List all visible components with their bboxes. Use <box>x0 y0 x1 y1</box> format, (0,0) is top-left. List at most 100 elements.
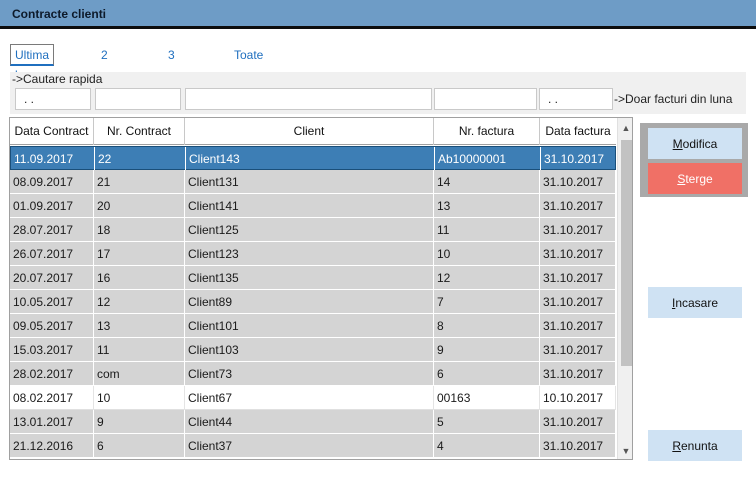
cell-data-contract: 15.03.2017 <box>10 338 94 362</box>
search-data-contract-field[interactable] <box>15 88 91 110</box>
cell-data-factura: 31.10.2017 <box>540 362 616 386</box>
cell-data-factura: 31.10.2017 <box>540 434 616 458</box>
renunta-button[interactable]: Renunta <box>648 430 742 461</box>
column-header-nr-contract[interactable]: Nr. Contract <box>94 118 185 145</box>
table-row[interactable]: 20.07.2017 16 Client135 12 31.10.2017 <box>10 266 616 290</box>
table-row[interactable]: 26.07.2017 17 Client123 10 31.10.2017 <box>10 242 616 266</box>
cell-nr-factura: 12 <box>434 266 540 290</box>
cell-data-factura: 31.10.2017 <box>540 218 616 242</box>
cell-data-contract: 09.05.2017 <box>10 314 94 338</box>
vertical-scrollbar[interactable]: ▲ ▼ <box>617 118 632 459</box>
table-row[interactable]: 10.05.2017 12 Client89 7 31.10.2017 <box>10 290 616 314</box>
table-row[interactable]: 08.09.2017 21 Client131 14 31.10.2017 <box>10 170 616 194</box>
cell-client: Client89 <box>185 290 434 314</box>
column-header-data-contract[interactable]: Data Contract <box>10 118 94 145</box>
cell-client: Client73 <box>185 362 434 386</box>
renunta-label: enunta <box>680 438 718 453</box>
cell-data-factura: 31.10.2017 <box>540 314 616 338</box>
cell-data-contract: 28.07.2017 <box>10 218 94 242</box>
cell-data-factura: 10.10.2017 <box>540 386 616 410</box>
tab-3-luni[interactable]: 3 luni <box>168 44 187 84</box>
table-row[interactable]: 28.02.2017 com Client73 6 31.10.2017 <box>10 362 616 386</box>
search-data-factura-field[interactable] <box>539 88 613 110</box>
scroll-thumb[interactable] <box>621 140 632 366</box>
cell-nr-factura: 8 <box>434 314 540 338</box>
cell-client: Client123 <box>185 242 434 266</box>
cell-data-contract: 26.07.2017 <box>10 242 94 266</box>
quick-search-panel: ->Cautare rapida ->Doar facturi din luna <box>10 72 746 114</box>
modifica-button[interactable]: Modifica <box>648 128 742 159</box>
cell-nr-contract: 12 <box>94 290 185 314</box>
scroll-down-icon[interactable]: ▼ <box>618 443 632 459</box>
cell-data-factura: 31.10.2017 <box>540 170 616 194</box>
incasare-button[interactable]: Incasare <box>648 287 742 318</box>
cell-data-factura: 31.10.2017 <box>541 147 617 171</box>
tab-toate[interactable]: Toate <box>234 44 263 66</box>
cell-nr-factura: 7 <box>434 290 540 314</box>
cell-nr-contract: 22 <box>95 147 186 171</box>
cell-nr-contract: 21 <box>94 170 185 194</box>
cell-data-contract: 08.09.2017 <box>10 170 94 194</box>
quick-search-label: ->Cautare rapida <box>12 72 103 86</box>
table-row[interactable]: 21.12.2016 6 Client37 4 31.10.2017 <box>10 434 616 458</box>
search-nr-contract-field[interactable] <box>95 88 181 110</box>
cell-nr-factura: 00163 <box>434 386 540 410</box>
cell-data-contract: 21.12.2016 <box>10 434 94 458</box>
cell-data-contract: 13.01.2017 <box>10 410 94 434</box>
cell-data-factura: 31.10.2017 <box>540 194 616 218</box>
cell-client: Client37 <box>185 434 434 458</box>
scroll-up-icon[interactable]: ▲ <box>618 120 632 136</box>
cell-data-contract: 10.05.2017 <box>10 290 94 314</box>
cell-nr-contract: 9 <box>94 410 185 434</box>
cell-nr-factura: 5 <box>434 410 540 434</box>
cell-nr-factura: 13 <box>434 194 540 218</box>
table-row[interactable]: 09.05.2017 13 Client101 8 31.10.2017 <box>10 314 616 338</box>
cell-client: Client103 <box>185 338 434 362</box>
column-header-nr-factura[interactable]: Nr. factura <box>434 118 540 145</box>
sterge-label: terge <box>685 171 713 186</box>
column-header-data-factura[interactable]: Data factura <box>540 118 616 145</box>
incasare-label: ncasare <box>675 295 719 310</box>
cell-client: Client143 <box>186 147 435 171</box>
table-row[interactable]: 28.07.2017 18 Client125 11 31.10.2017 <box>10 218 616 242</box>
search-client-field[interactable] <box>185 88 432 110</box>
cell-data-factura: 31.10.2017 <box>540 410 616 434</box>
cell-nr-contract: 20 <box>94 194 185 218</box>
cell-data-factura: 31.10.2017 <box>540 242 616 266</box>
column-header-client[interactable]: Client <box>185 118 434 145</box>
cell-data-contract: 20.07.2017 <box>10 266 94 290</box>
table-row[interactable]: 11.09.2017 22 Client143 Ab10000001 31.10.201… <box>10 146 617 171</box>
edit-button-group: Modifica Sterge <box>640 123 748 197</box>
cell-nr-factura: 4 <box>434 434 540 458</box>
grid-header: Data Contract Nr. Contract Client Nr. fa… <box>10 118 616 145</box>
cell-nr-factura: Ab10000001 <box>435 147 541 171</box>
cell-data-contract: 08.02.2017 <box>10 386 94 410</box>
cell-nr-contract: com <box>94 362 185 386</box>
table-row[interactable]: 13.01.2017 9 Client44 5 31.10.2017 <box>10 410 616 434</box>
contracts-grid: Data Contract Nr. Contract Client Nr. fa… <box>9 117 633 460</box>
cell-client: Client67 <box>185 386 434 410</box>
sterge-button[interactable]: Sterge <box>648 163 742 194</box>
cell-nr-contract: 6 <box>94 434 185 458</box>
modifica-label: odifica <box>682 136 718 151</box>
cell-nr-contract: 17 <box>94 242 185 266</box>
table-row[interactable]: 15.03.2017 11 Client103 9 31.10.2017 <box>10 338 616 362</box>
tab-2-luni[interactable]: 2 luni <box>101 44 120 84</box>
cell-nr-factura: 6 <box>434 362 540 386</box>
renunta-hotkey: R <box>672 438 681 453</box>
window-title: Contracte clienti <box>12 7 107 21</box>
cell-data-contract: 28.02.2017 <box>10 362 94 386</box>
table-row[interactable]: 08.02.2017 10 Client67 00163 10.10.2017 <box>10 386 616 410</box>
filter-month-label: ->Doar facturi din luna <box>614 92 733 106</box>
table-row[interactable]: 01.09.2017 20 Client141 13 31.10.2017 <box>10 194 616 218</box>
tab-ultima-luna[interactable]: Ultima luna <box>10 44 55 82</box>
search-nr-factura-field[interactable] <box>434 88 537 110</box>
cell-nr-contract: 13 <box>94 314 185 338</box>
cell-nr-contract: 16 <box>94 266 185 290</box>
cell-data-factura: 31.10.2017 <box>540 338 616 362</box>
cell-nr-contract: 10 <box>94 386 185 410</box>
modifica-hotkey: M <box>672 136 683 151</box>
cell-nr-factura: 14 <box>434 170 540 194</box>
cell-client: Client125 <box>185 218 434 242</box>
cell-nr-factura: 11 <box>434 218 540 242</box>
